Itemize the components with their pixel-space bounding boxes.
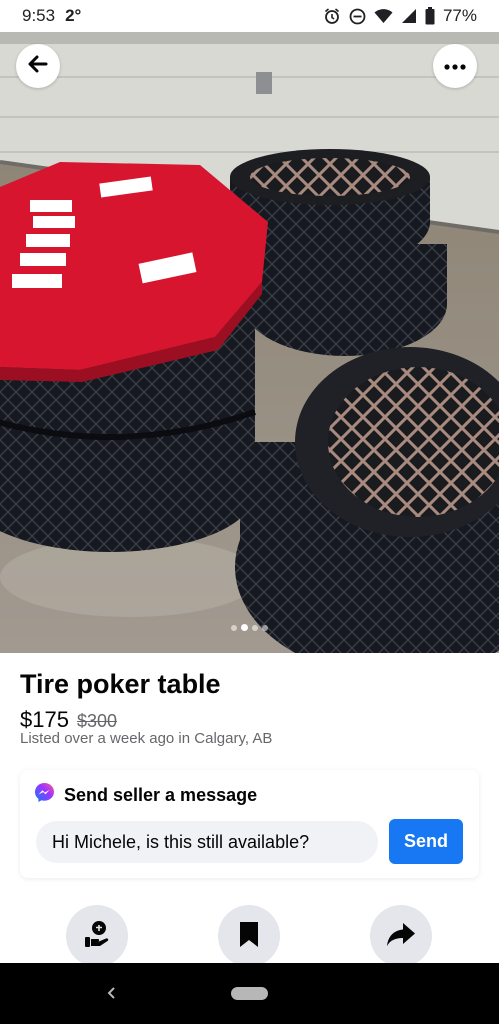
battery-percent: 77% [442, 6, 477, 25]
listing-photo[interactable] [0, 32, 499, 653]
make-offer-button[interactable] [66, 905, 128, 967]
message-input[interactable]: Hi Michele, is this still available? [36, 821, 378, 863]
message-header: Send seller a message [34, 782, 257, 808]
status-temperature: 2° [65, 6, 82, 25]
nav-back-icon[interactable] [103, 983, 121, 1003]
messenger-icon [34, 782, 55, 808]
cellular-signal-icon [401, 8, 417, 24]
alarm-icon [323, 7, 341, 25]
listing-info: Tire poker table $175 $300 Listed over a… [20, 667, 480, 747]
make-offer-icon [81, 918, 113, 955]
listing-photo-scene [0, 32, 499, 653]
share-icon [386, 921, 416, 952]
wifi-icon [374, 8, 393, 24]
status-right: 77% [323, 6, 477, 26]
battery-icon [425, 7, 435, 25]
pagination-dot[interactable] [231, 624, 237, 631]
more-options-icon [444, 57, 466, 75]
status-left: 9:53 2° [22, 6, 81, 26]
original-price: $300 [76, 711, 117, 731]
more-options-button[interactable] [433, 44, 477, 88]
save-bookmark-icon [238, 920, 260, 953]
pagination-dot[interactable] [252, 624, 258, 631]
send-button[interactable]: Send [389, 819, 463, 864]
listed-info: Listed over a week ago in Calgary, AB [20, 730, 273, 747]
do-not-disturb-icon [349, 8, 366, 25]
message-seller-card: Send seller a message Hi Michele, is thi… [20, 770, 479, 878]
pagination-dot-active[interactable] [241, 624, 248, 631]
message-header-label: Send seller a message [64, 784, 258, 805]
photo-pagination [0, 624, 499, 631]
share-button[interactable] [370, 905, 432, 967]
status-bar: 9:53 2° 77% [0, 0, 499, 32]
status-time: 9:53 [22, 6, 56, 25]
back-arrow-icon [26, 52, 50, 81]
save-button[interactable] [218, 905, 280, 967]
listing-title: Tire poker table [20, 669, 221, 699]
back-button[interactable] [16, 44, 60, 88]
pagination-dot[interactable] [262, 624, 268, 631]
system-nav-bar [0, 963, 499, 1024]
nav-home-pill[interactable] [231, 987, 268, 1000]
